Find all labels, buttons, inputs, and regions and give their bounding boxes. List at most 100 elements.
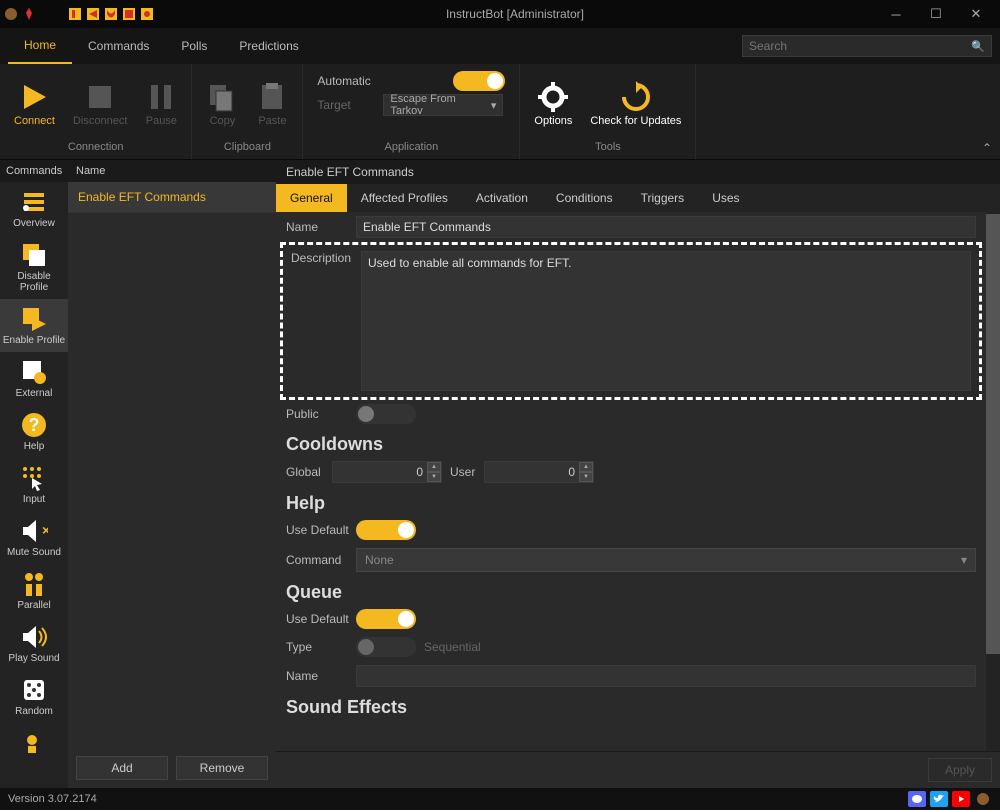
- badge-icon-2: [86, 7, 100, 21]
- remove-button[interactable]: Remove: [176, 756, 268, 780]
- description-field[interactable]: [361, 251, 971, 391]
- step-up-icon[interactable]: ▲: [579, 462, 593, 472]
- global-cooldown-input[interactable]: 0▲▼: [332, 461, 442, 483]
- step-up-icon[interactable]: ▲: [427, 462, 441, 472]
- minimize-button[interactable]: ─: [876, 0, 916, 28]
- titlebar: InstructBot [Administrator] ─ ☐ ✕: [0, 0, 1000, 28]
- pause-icon: [145, 81, 177, 113]
- check-updates-button[interactable]: Check for Updates: [586, 77, 685, 131]
- svg-text:?: ?: [29, 415, 40, 435]
- help-default-toggle[interactable]: [356, 520, 416, 540]
- version-label: Version 3.07.2174: [8, 793, 904, 805]
- twitter-icon[interactable]: [930, 791, 948, 807]
- ribbon-group-connection: Connect Disconnect Pause Connection: [0, 64, 192, 159]
- play-sound-icon: [20, 623, 48, 651]
- disable-profile-icon: [20, 241, 48, 269]
- input-icon: [20, 464, 48, 492]
- stop-icon: [84, 81, 116, 113]
- badge-icon-1: [68, 7, 82, 21]
- list-item[interactable]: Enable EFT Commands: [68, 182, 276, 213]
- sidebar-item-external[interactable]: External: [0, 352, 68, 405]
- sound-effects-heading: Sound Effects: [276, 691, 986, 720]
- connect-button[interactable]: Connect: [10, 77, 59, 131]
- more-icon: [20, 729, 48, 757]
- help-icon: ?: [20, 411, 48, 439]
- sidebar-item-help[interactable]: ? Help: [0, 405, 68, 458]
- name-field[interactable]: [356, 216, 976, 238]
- collapse-ribbon[interactable]: ⌃: [982, 141, 992, 155]
- search-input[interactable]: [749, 39, 971, 53]
- chevron-down-icon: ▾: [961, 553, 967, 567]
- external-icon: [20, 358, 48, 386]
- sidebar-item-mute-sound[interactable]: × Mute Sound: [0, 511, 68, 564]
- queue-default-toggle[interactable]: [356, 609, 416, 629]
- statusbar: Version 3.07.2174: [0, 788, 1000, 810]
- search-box[interactable]: 🔍: [742, 35, 992, 57]
- copy-icon: [206, 81, 238, 113]
- window-title: InstructBot [Administrator]: [154, 7, 876, 21]
- tab-triggers[interactable]: Triggers: [627, 184, 699, 212]
- badge-icon-4: [122, 7, 136, 21]
- ribbon-group-clipboard: Copy Paste Clipboard: [192, 64, 303, 159]
- add-button[interactable]: Add: [76, 756, 168, 780]
- sidebar-item-more[interactable]: [0, 723, 68, 763]
- tab-polls[interactable]: Polls: [165, 29, 223, 63]
- pin-icon: [22, 7, 36, 21]
- automatic-toggle[interactable]: [453, 71, 505, 91]
- sidebar-item-random[interactable]: Random: [0, 670, 68, 723]
- editor-title: Enable EFT Commands: [276, 160, 1000, 184]
- sidebar-item-parallel[interactable]: Parallel: [0, 564, 68, 617]
- editor: Enable EFT Commands General Affected Pro…: [276, 160, 1000, 788]
- tab-general[interactable]: General: [276, 184, 347, 212]
- sidebar-item-enable-profile[interactable]: Enable Profile: [0, 299, 68, 352]
- tab-uses[interactable]: Uses: [698, 184, 753, 212]
- badge-icon-3: [104, 7, 118, 21]
- ribbon-group-application: Automatic Target Escape From Tarkov ▾ Ap…: [303, 64, 520, 159]
- tab-activation[interactable]: Activation: [462, 184, 542, 212]
- copy-button[interactable]: Copy: [202, 77, 242, 131]
- discord-icon[interactable]: [908, 791, 926, 807]
- sidebar-item-play-sound[interactable]: Play Sound: [0, 617, 68, 670]
- dice-icon: [20, 676, 48, 704]
- parallel-icon: [20, 570, 48, 598]
- paste-icon: [256, 81, 288, 113]
- editor-scrollbar[interactable]: [986, 212, 1000, 751]
- ribbon-group-tools: Options Check for Updates Tools: [520, 64, 696, 159]
- sidebar-item-overview[interactable]: Overview: [0, 182, 68, 235]
- maximize-button[interactable]: ☐: [916, 0, 956, 28]
- ribbon: Connect Disconnect Pause Connection Copy…: [0, 64, 1000, 160]
- app-status-icon[interactable]: [974, 791, 992, 807]
- close-button[interactable]: ✕: [956, 0, 996, 28]
- target-combo[interactable]: Escape From Tarkov ▾: [383, 94, 503, 116]
- editor-tabs: General Affected Profiles Activation Con…: [276, 184, 1000, 212]
- tab-home[interactable]: Home: [8, 28, 72, 64]
- overview-icon: [20, 188, 48, 216]
- commands-list: Name Enable EFT Commands Add Remove: [68, 160, 276, 788]
- sidebar-item-input[interactable]: Input: [0, 458, 68, 511]
- sidebar-item-disable-profile[interactable]: Disable Profile: [0, 235, 68, 299]
- paste-button[interactable]: Paste: [252, 77, 292, 131]
- youtube-icon[interactable]: [952, 791, 970, 807]
- tab-affected-profiles[interactable]: Affected Profiles: [347, 184, 462, 212]
- user-cooldown-input[interactable]: 0▲▼: [484, 461, 594, 483]
- help-command-combo[interactable]: None▾: [356, 548, 976, 572]
- play-icon: [18, 81, 50, 113]
- step-down-icon[interactable]: ▼: [427, 472, 441, 482]
- svg-text:×: ×: [42, 522, 48, 538]
- pause-button[interactable]: Pause: [141, 77, 181, 131]
- cooldowns-heading: Cooldowns: [276, 428, 986, 457]
- public-toggle[interactable]: [356, 404, 416, 424]
- badge-icon-5: [140, 7, 154, 21]
- step-down-icon[interactable]: ▼: [579, 472, 593, 482]
- queue-name-field[interactable]: [356, 665, 976, 687]
- scrollbar-thumb[interactable]: [986, 214, 1000, 654]
- queue-type-toggle[interactable]: [356, 637, 416, 657]
- sidebar: Commands Overview Disable Profile Enable…: [0, 160, 68, 788]
- disconnect-button[interactable]: Disconnect: [69, 77, 131, 131]
- queue-heading: Queue: [276, 576, 986, 605]
- options-button[interactable]: Options: [530, 77, 576, 131]
- tab-conditions[interactable]: Conditions: [542, 184, 627, 212]
- apply-button[interactable]: Apply: [928, 758, 992, 782]
- tab-commands[interactable]: Commands: [72, 29, 165, 63]
- tab-predictions[interactable]: Predictions: [223, 29, 314, 63]
